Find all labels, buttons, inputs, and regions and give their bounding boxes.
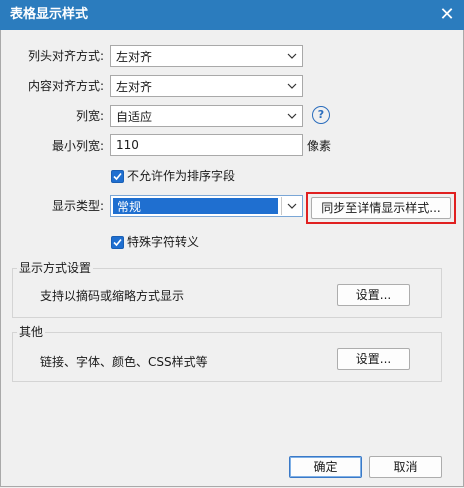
help-icon[interactable]: ? [312, 106, 330, 124]
column-width-label: 列宽: [75, 109, 104, 123]
min-width-field[interactable] [111, 135, 302, 155]
ok-button[interactable]: 确定 [289, 456, 362, 478]
dialog-frame [0, 30, 464, 487]
other-settings-label: 设置... [355, 352, 392, 366]
display-type-value: 常规 [117, 200, 142, 214]
header-align-value: 左对齐 [116, 50, 153, 64]
chevron-down-icon [287, 53, 297, 59]
dialog-title: 表格显示样式 [10, 7, 89, 22]
chevron-down-icon [287, 113, 297, 119]
other-group-title: 其他 [17, 324, 46, 340]
other-description: 链接、字体、颜色、CSS样式等 [40, 355, 208, 369]
display-mode-description: 支持以摘码或缩略方式显示 [40, 289, 185, 303]
content-align-select[interactable]: 左对齐 [110, 75, 303, 97]
min-width-unit: 像素 [307, 139, 332, 153]
display-mode-settings-button[interactable]: 设置... [337, 284, 410, 306]
cancel-label: 取消 [393, 460, 418, 474]
column-width-value: 自适应 [116, 110, 153, 124]
display-mode-group-title: 显示方式设置 [17, 260, 94, 276]
dropdown-separator [281, 197, 282, 215]
cancel-button[interactable]: 取消 [369, 456, 442, 478]
ok-label: 确定 [313, 460, 338, 474]
display-type-select[interactable]: 常规 [110, 195, 303, 217]
sync-detail-style-button[interactable]: 同步至详情显示样式... [311, 197, 451, 219]
sync-detail-style-label: 同步至详情显示样式... [321, 201, 441, 215]
content-align-value: 左对齐 [116, 80, 153, 94]
header-align-select[interactable]: 左对齐 [110, 45, 303, 67]
display-type-label: 显示类型: [51, 199, 104, 213]
check-icon [113, 238, 122, 247]
chevron-down-icon [287, 203, 297, 209]
column-width-select[interactable]: 自适应 [110, 105, 303, 127]
special-escape-checkbox[interactable] [111, 236, 124, 249]
display-mode-settings-label: 设置... [355, 288, 392, 302]
check-icon [113, 172, 122, 181]
no-sort-checkbox[interactable] [111, 170, 124, 183]
close-icon[interactable]: ✕ [434, 2, 460, 28]
other-settings-button[interactable]: 设置... [337, 348, 410, 370]
min-width-label: 最小列宽: [51, 139, 104, 153]
chevron-down-icon [287, 83, 297, 89]
header-align-label: 列头对齐方式: [27, 49, 104, 63]
no-sort-label: 不允许作为排序字段 [127, 169, 236, 183]
min-width-input[interactable] [110, 134, 303, 156]
content-align-label: 内容对齐方式: [27, 79, 104, 93]
special-escape-label: 特殊字符转义 [127, 235, 200, 249]
